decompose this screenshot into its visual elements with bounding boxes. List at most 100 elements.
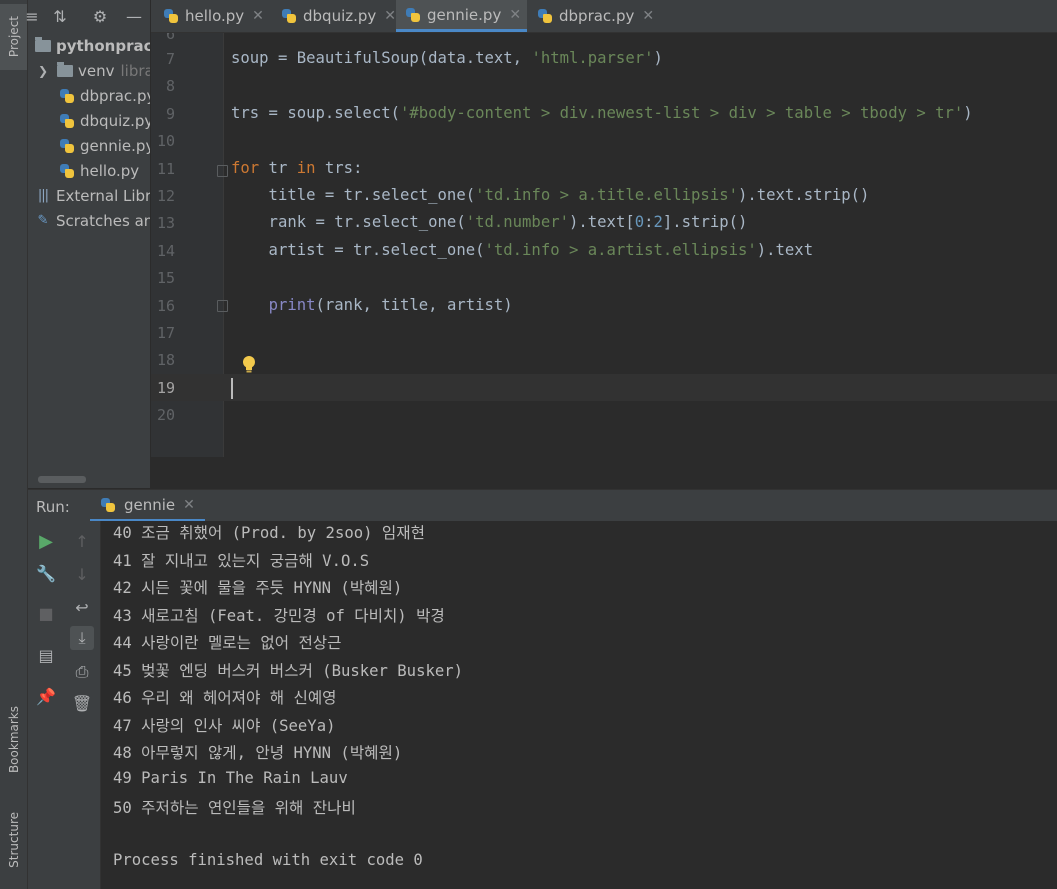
line-number: 15	[156, 269, 175, 287]
line-number: 9	[165, 105, 175, 123]
run-tab-gennie[interactable]: gennie ✕	[90, 490, 205, 522]
text-caret	[231, 378, 233, 399]
run-toolbar-primary: ▶ 🔧 ■ ▤ 📌	[28, 521, 64, 889]
tree-file-dbquiz[interactable]: dbquiz.py	[58, 108, 150, 133]
fold-marker-icon[interactable]	[217, 165, 228, 177]
run-tab-label: gennie	[124, 495, 176, 514]
structure-tool-tab[interactable]: Structure	[0, 800, 27, 880]
tab-dbprac[interactable]: dbprac.py ✕	[537, 0, 654, 32]
wrench-icon[interactable]: 🔧	[34, 561, 58, 585]
trash-icon[interactable]: 🗑	[70, 691, 94, 715]
line-number: 10	[156, 132, 175, 150]
tree-file-label: hello.py	[80, 161, 140, 180]
tree-item-venv[interactable]: ❯ venv libra	[34, 58, 150, 83]
tab-dbquiz[interactable]: dbquiz.py ✕	[281, 0, 396, 32]
stop-icon[interactable]: ■	[34, 601, 58, 625]
console-output[interactable]: 40 조금 취했어 (Prod. by 2soo) 임재현 41 잘 지내고 있…	[101, 521, 1057, 889]
python-file-icon	[405, 7, 421, 23]
console-line: 42 시든 꽃에 물을 주듯 HYNN (박혜원)	[113, 579, 403, 597]
console-line: 40 조금 취했어 (Prod. by 2soo) 임재현	[113, 524, 425, 542]
tab-label: dbquiz.py	[303, 7, 377, 25]
close-icon[interactable]: ✕	[384, 8, 396, 24]
close-icon[interactable]: ✕	[183, 497, 195, 513]
python-file-icon	[100, 497, 116, 513]
current-line-highlight	[151, 374, 1057, 401]
horizontal-scrollbar[interactable]	[38, 476, 86, 483]
project-toolbar: ≡ ⇅ ⚙ —	[25, 0, 150, 32]
console-line: 44 사랑이란 멜로는 없어 전상근	[113, 634, 342, 652]
arrow-up-icon[interactable]: ↑	[70, 529, 94, 553]
process-finished-line: Process finished with exit code 0	[113, 851, 423, 869]
project-tool-label: Project	[6, 16, 21, 58]
tree-file-gennie[interactable]: gennie.py	[58, 133, 150, 158]
code-line-14: artist = tr.select_one('td.info > a.arti…	[231, 241, 814, 259]
console-line: 45 벚꽃 엔딩 버스커 버스커 (Busker Busker)	[113, 662, 464, 680]
structure-tool-label: Structure	[6, 812, 21, 868]
tree-scratches[interactable]: ✎ Scratches and	[34, 208, 150, 233]
code-editor[interactable]: 6 7 8 9 10 11 12 13 14 15 16 17 18 19 20…	[151, 33, 1057, 457]
project-panel-bottom	[28, 457, 150, 488]
rerun-icon[interactable]: ▶	[34, 529, 58, 553]
console-line: 43 새로고침 (Feat. 강민경 of 다비치) 박경	[113, 607, 445, 625]
tree-file-label: gennie.py	[80, 136, 150, 155]
tree-root-pythonprac[interactable]: pythonprac C	[34, 33, 150, 58]
line-number: 7	[165, 50, 175, 68]
line-number: 13	[156, 214, 175, 232]
gear-icon[interactable]: ⚙	[90, 6, 110, 26]
tree-file-hello[interactable]: hello.py	[58, 158, 139, 183]
lightbulb-icon[interactable]	[240, 354, 258, 374]
console-line: 46 우리 왜 헤어져야 해 신예영	[113, 689, 337, 707]
tab-hello[interactable]: hello.py ✕	[163, 0, 264, 32]
python-file-icon	[537, 8, 553, 24]
left-tool-strip: Project Bookmarks Structure	[0, 0, 28, 889]
folder-icon	[34, 36, 52, 55]
arrow-down-icon[interactable]: ↓	[70, 562, 94, 586]
python-file-icon	[58, 87, 76, 105]
console-line: 49 Paris In The Rain Lauv	[113, 769, 348, 787]
code-line-13: rank = tr.select_one('td.number').text[0…	[231, 213, 748, 231]
run-label: Run:	[36, 498, 70, 516]
layout-icon[interactable]: ▤	[34, 643, 58, 667]
close-icon[interactable]: ✕	[252, 8, 264, 24]
fold-marker-icon[interactable]	[217, 300, 228, 312]
line-number: 6	[165, 33, 175, 43]
console-line: 41 잘 지내고 있는지 궁금해 V.O.S	[113, 552, 370, 570]
print-icon[interactable]: ⎙	[70, 660, 94, 684]
tree-file-dbprac[interactable]: dbprac.py	[58, 83, 150, 108]
line-number: 8	[165, 77, 175, 95]
chevron-right-icon[interactable]: ❯	[34, 62, 52, 80]
expand-icon[interactable]: ≡	[22, 6, 42, 26]
console-line: 48 아무렇지 않게, 안녕 HYNN (박혜원)	[113, 744, 403, 762]
python-file-icon	[281, 8, 297, 24]
folder-icon	[56, 61, 74, 80]
collapse-all-icon[interactable]: ⇅	[50, 6, 70, 26]
tree-scratches-label: Scratches and	[56, 211, 150, 230]
python-file-icon	[58, 137, 76, 155]
line-number-current: 19	[156, 379, 175, 397]
tree-venv-suffix: libra	[120, 61, 151, 80]
close-icon[interactable]: ✕	[642, 8, 654, 24]
code-line-7: soup = BeautifulSoup(data.text, 'html.pa…	[231, 49, 663, 67]
tree-venv-label: venv	[78, 61, 115, 80]
tree-file-label: dbprac.py	[80, 86, 150, 105]
bookmarks-tool-tab[interactable]: Bookmarks	[0, 690, 27, 790]
project-panel: pythonprac C ❯ venv libra dbprac.py dbqu…	[28, 0, 150, 488]
bookmarks-tool-label: Bookmarks	[6, 706, 21, 774]
line-number: 16	[156, 297, 175, 315]
scroll-to-end-icon[interactable]: ⤓	[70, 626, 94, 650]
close-icon[interactable]: ✕	[509, 7, 521, 23]
tab-gennie[interactable]: gennie.py ✕	[396, 0, 528, 32]
soft-wrap-icon[interactable]: ↩	[70, 595, 94, 619]
line-number: 20	[156, 406, 175, 424]
pin-icon[interactable]: 📌	[34, 684, 58, 708]
code-line-12: title = tr.select_one('td.info > a.title…	[231, 186, 870, 204]
line-number: 11	[156, 160, 175, 178]
console-line: 47 사랑의 인사 씨야 (SeeYa)	[113, 717, 336, 735]
hide-icon[interactable]: —	[124, 6, 144, 26]
tree-external-libraries[interactable]: ||| External Libra	[34, 183, 150, 208]
tab-label: gennie.py	[427, 5, 502, 24]
code-line-11: for tr in trs:	[231, 159, 363, 177]
run-toolbar-secondary: ↑ ↓ ↩ ⤓ ⎙ 🗑	[64, 521, 101, 889]
tree-external-label: External Libra	[56, 186, 150, 205]
python-file-icon	[58, 112, 76, 130]
